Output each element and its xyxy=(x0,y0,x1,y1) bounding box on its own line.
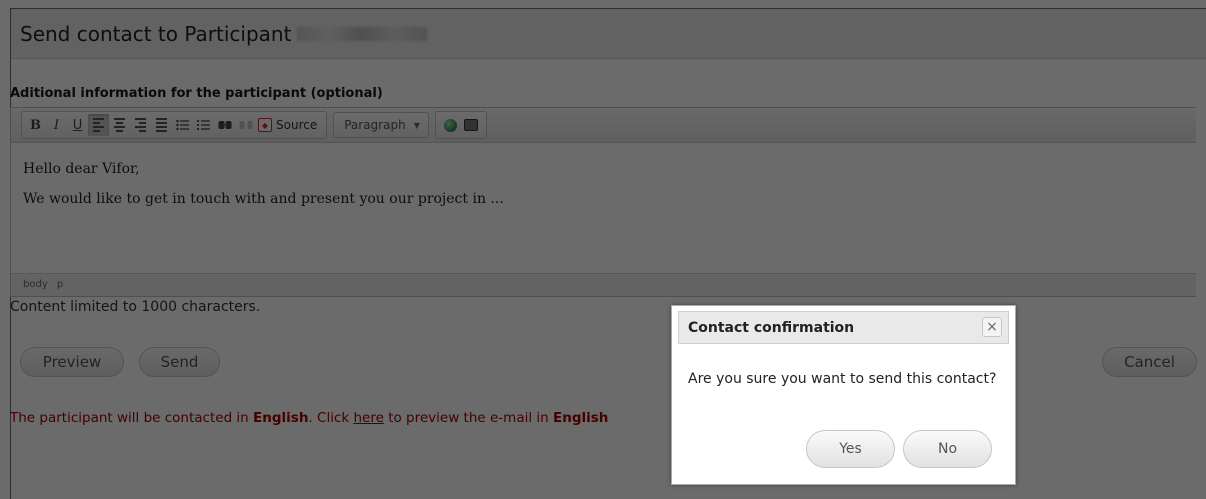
page-title: Send contact to Participant xyxy=(20,21,292,46)
globe-icon[interactable] xyxy=(440,114,461,136)
preview-button[interactable]: Preview xyxy=(20,347,124,377)
notice-language: English xyxy=(253,410,309,426)
source-button[interactable]: ◆ Source xyxy=(256,118,323,132)
dialog-header: Contact confirmation × xyxy=(678,311,1009,344)
notice-prefix: The participant will be contacted in xyxy=(10,410,254,426)
yes-button[interactable]: Yes xyxy=(806,430,895,468)
notice-middle: . Click xyxy=(308,410,354,426)
contact-confirmation-dialog: Contact confirmation × Are you sure you … xyxy=(671,305,1016,485)
character-limit-note: Content limited to 1000 characters. xyxy=(10,299,261,315)
element-path-bar: body p xyxy=(11,273,1196,296)
toolbar-group-format: B I U ◆ Source xyxy=(21,111,328,139)
bulleted-list-icon[interactable] xyxy=(172,114,193,136)
panel-title-bar: Send contact to Participant xyxy=(11,9,1206,59)
path-item-body[interactable]: body xyxy=(23,279,48,290)
paragraph-format-select[interactable]: Paragraph ▼ xyxy=(333,112,429,138)
editor-content[interactable]: Hello dear Vifor, We would like to get i… xyxy=(11,143,1196,273)
dialog-title: Contact confirmation xyxy=(688,319,855,336)
editor-toolbar: B I U ◆ Source Paragraph ▼ xyxy=(11,108,1196,143)
close-icon[interactable]: × xyxy=(982,317,1002,337)
align-center-icon[interactable] xyxy=(109,114,130,136)
preview-email-link[interactable]: here xyxy=(353,410,383,426)
bold-icon[interactable]: B xyxy=(25,114,46,136)
send-button[interactable]: Send xyxy=(139,347,220,377)
source-label: Source xyxy=(276,118,318,132)
dialog-message: Are you sure you want to send this conta… xyxy=(688,371,997,387)
rich-text-editor: B I U ◆ Source Paragraph ▼ Hello dear Vi… xyxy=(10,107,1196,297)
underline-icon[interactable]: U xyxy=(67,114,88,136)
numbered-list-icon[interactable] xyxy=(193,114,214,136)
image-icon[interactable] xyxy=(461,114,482,136)
editor-label: Aditional information for the participan… xyxy=(10,86,383,101)
language-notice: The participant will be contacted in Eng… xyxy=(10,410,608,426)
link-icon[interactable] xyxy=(214,114,235,136)
cancel-button[interactable]: Cancel xyxy=(1102,347,1197,377)
editor-paragraph: Hello dear Vifor, xyxy=(23,161,140,177)
chevron-down-icon: ▼ xyxy=(413,120,420,130)
source-icon: ◆ xyxy=(258,118,272,132)
notice-language-2: English xyxy=(553,410,609,426)
no-button[interactable]: No xyxy=(903,430,992,468)
redacted-participant-id xyxy=(297,26,428,41)
notice-suffix: to preview the e-mail in xyxy=(383,410,553,426)
italic-icon[interactable]: I xyxy=(46,114,67,136)
align-right-icon[interactable] xyxy=(130,114,151,136)
paragraph-format-value: Paragraph xyxy=(344,118,406,132)
editor-paragraph: We would like to get in touch with and p… xyxy=(23,191,504,207)
align-left-icon[interactable] xyxy=(88,114,109,136)
toolbar-group-media xyxy=(434,111,487,139)
unlink-icon[interactable] xyxy=(235,114,256,136)
align-justify-icon[interactable] xyxy=(151,114,172,136)
path-item-p[interactable]: p xyxy=(57,279,63,290)
